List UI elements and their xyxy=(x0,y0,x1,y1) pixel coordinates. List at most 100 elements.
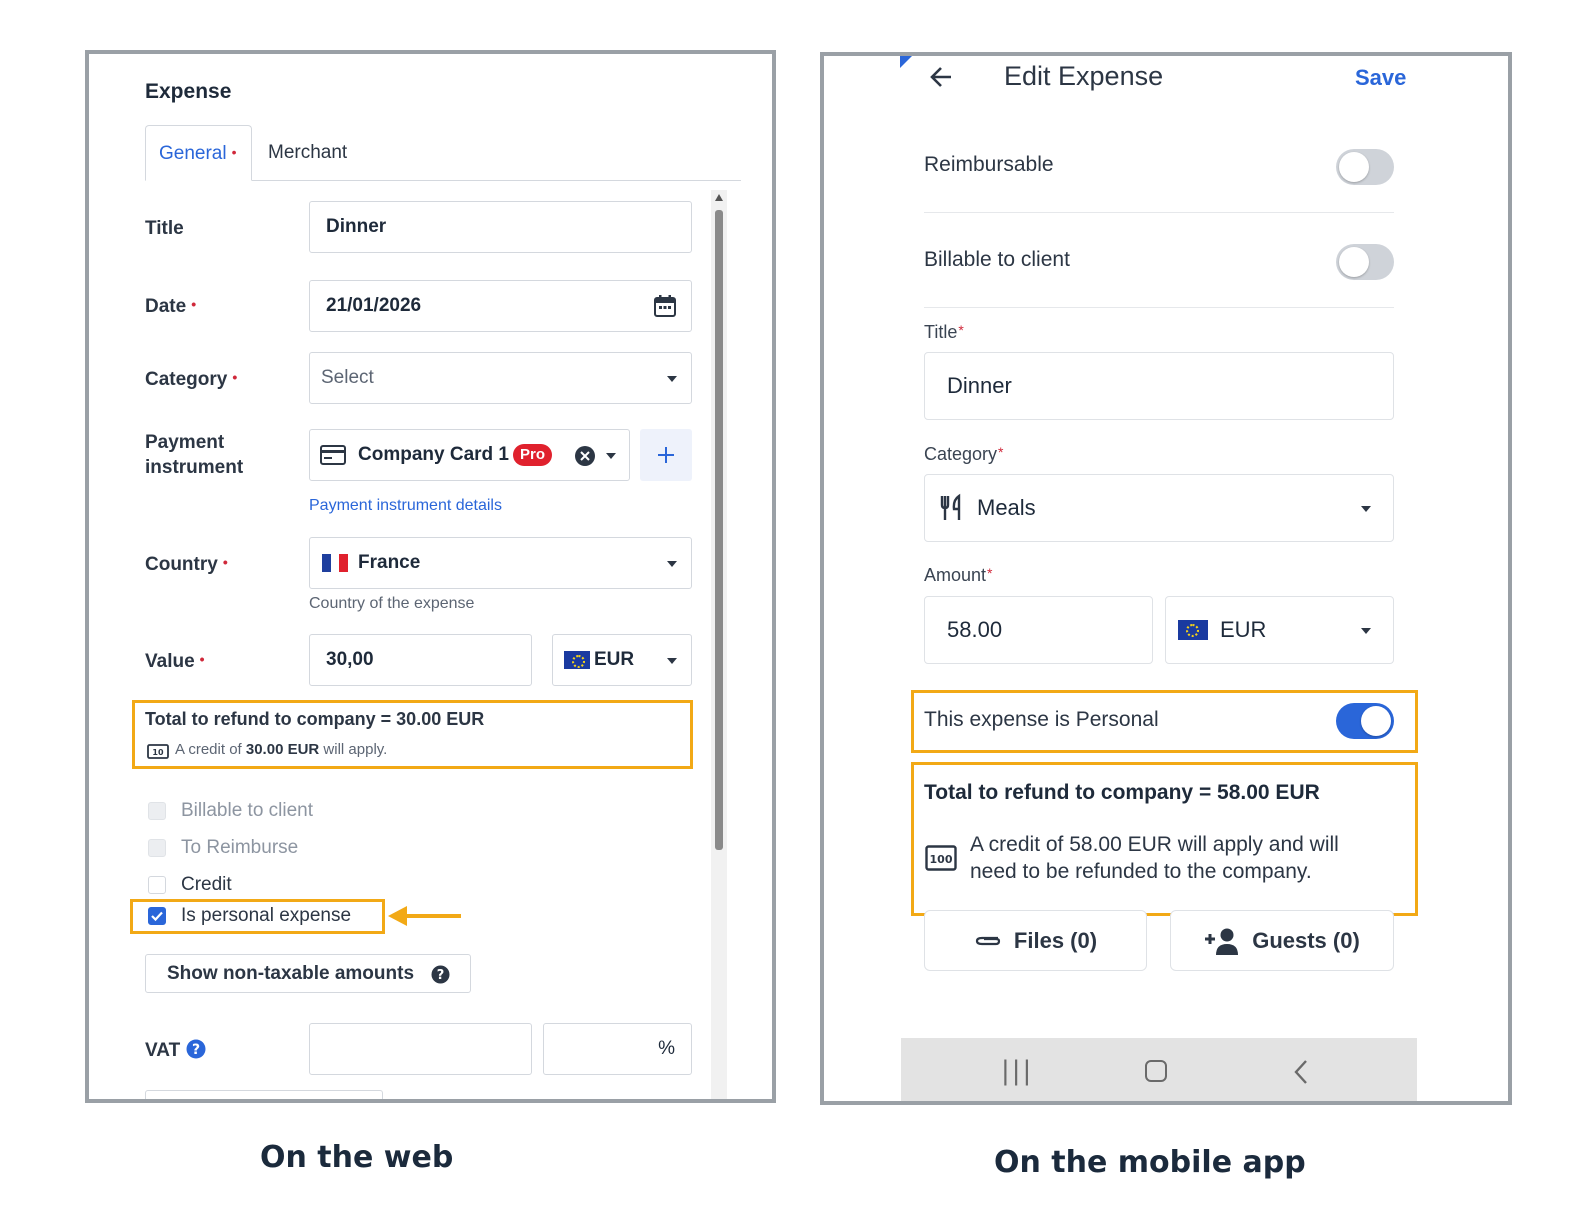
value-label: Value • xyxy=(145,651,205,672)
category-value: Meals xyxy=(977,495,1036,520)
add-payment-button[interactable] xyxy=(640,429,692,481)
web-caption: On the web xyxy=(260,1140,454,1175)
credit-note: A credit of 58.00 EUR will apply and wil… xyxy=(970,833,1339,883)
title-input[interactable]: Dinner xyxy=(309,201,692,253)
amount-label: Amount* xyxy=(924,565,993,585)
payment-label: Payment instrument xyxy=(145,432,244,478)
non-taxable-button[interactable]: Show non-taxable amounts ? xyxy=(145,954,471,993)
date-value: 21/01/2026 xyxy=(326,295,422,316)
title-label: Title xyxy=(145,218,184,239)
category-select[interactable]: Select xyxy=(309,352,692,404)
eu-flag-icon xyxy=(564,651,590,669)
reimbursable-toggle[interactable] xyxy=(1336,149,1394,185)
date-input[interactable]: 21/01/2026 xyxy=(309,280,692,332)
title-input[interactable]: Dinner xyxy=(924,352,1394,420)
chevron-down-icon xyxy=(667,561,677,567)
svg-text:100: 100 xyxy=(930,853,953,866)
currency-value: EUR xyxy=(1220,617,1267,642)
refund-total: Total to refund to company = 58.00 EUR xyxy=(924,781,1320,804)
svg-text:?: ? xyxy=(192,1042,200,1058)
title-label: Title* xyxy=(924,322,964,342)
date-label: Date • xyxy=(145,296,197,317)
files-button[interactable]: Files (0) xyxy=(924,910,1147,971)
svg-text:10: 10 xyxy=(152,748,164,757)
paperclip-icon xyxy=(975,936,1001,945)
currency-value: EUR xyxy=(594,649,635,670)
calendar-icon[interactable] xyxy=(653,294,677,318)
category-placeholder: Select xyxy=(321,367,374,388)
payment-select[interactable]: Company Card 1 Pro xyxy=(309,429,630,481)
category-select[interactable]: Meals xyxy=(924,474,1394,542)
credit-card-icon xyxy=(320,445,346,465)
personal-label: This expense is Personal xyxy=(924,708,1159,731)
chevron-down-icon xyxy=(667,376,677,382)
billable-toggle[interactable] xyxy=(1336,244,1394,280)
arrow-left-icon xyxy=(388,906,461,926)
scrollbar[interactable] xyxy=(711,190,727,1099)
non-taxable-label: Show non-taxable amounts xyxy=(167,962,415,984)
currency-select[interactable]: EUR xyxy=(552,634,692,686)
tab-bar: General • Merchant xyxy=(145,125,741,181)
plus-icon xyxy=(658,447,674,463)
personal-toggle[interactable] xyxy=(1336,703,1394,739)
refund-total: Total to refund to company = 30.00 EUR xyxy=(145,709,485,729)
chevron-down-icon xyxy=(667,658,677,664)
reimburse-checkbox[interactable] xyxy=(148,839,166,857)
billable-checkbox[interactable] xyxy=(148,802,166,820)
percent-symbol: % xyxy=(658,1038,675,1059)
save-button[interactable]: Save xyxy=(1355,65,1406,91)
currency-select[interactable]: EUR xyxy=(1165,596,1394,664)
chevron-down-icon xyxy=(1361,506,1371,512)
corner-marker xyxy=(900,56,912,68)
reimbursable-label: Reimbursable xyxy=(924,153,1054,176)
billable-label: Billable to client xyxy=(181,800,314,821)
scroll-up-icon[interactable] xyxy=(715,194,723,201)
credit-label: Credit xyxy=(181,874,232,895)
country-helper: Country of the expense xyxy=(309,595,475,612)
system-nav-bar: ||| xyxy=(901,1038,1417,1101)
amount-input[interactable]: 58.00 xyxy=(924,596,1153,664)
credit-checkbox[interactable] xyxy=(148,876,166,894)
svg-text:?: ? xyxy=(437,968,445,983)
home-icon[interactable] xyxy=(1145,1060,1167,1082)
amount-value: 58.00 xyxy=(947,617,1003,642)
reimburse-label: To Reimburse xyxy=(181,837,299,858)
tab-merchant-label: Merchant xyxy=(268,142,348,163)
recents-icon[interactable]: ||| xyxy=(1001,1056,1033,1086)
chevron-down-icon xyxy=(1361,628,1371,634)
vat-label: VAT xyxy=(145,1040,181,1061)
country-value: France xyxy=(358,552,421,573)
help-icon[interactable]: ? xyxy=(186,1039,206,1059)
mobile-panel: Edit Expense Save Reimbursable Billable … xyxy=(820,52,1512,1105)
payment-details-link[interactable]: Payment instrument details xyxy=(309,497,502,515)
country-select[interactable]: France xyxy=(309,537,692,589)
divider xyxy=(924,212,1394,213)
tab-general-label: General xyxy=(159,143,227,164)
vat-percent-input[interactable]: % xyxy=(543,1023,692,1075)
category-label: Category • xyxy=(145,369,238,390)
vat-amount-input[interactable] xyxy=(309,1023,532,1075)
eu-flag-icon xyxy=(1178,620,1208,640)
money-bill-icon: 100 xyxy=(925,845,957,871)
chevron-down-icon xyxy=(606,453,616,459)
amount-input[interactable]: 30,00 xyxy=(309,634,532,686)
check-icon xyxy=(151,911,163,922)
scroll-thumb[interactable] xyxy=(715,210,723,850)
guests-button[interactable]: Guests (0) xyxy=(1170,910,1394,971)
credit-note: A credit of 30.00 EUR will apply. xyxy=(175,741,388,758)
fork-knife-icon xyxy=(940,493,961,520)
amount-value: 30,00 xyxy=(326,649,374,670)
country-label: Country • xyxy=(145,554,228,575)
payment-value: Company Card 1 xyxy=(358,444,509,465)
category-label: Category* xyxy=(924,444,1004,464)
personal-expense-checkbox[interactable] xyxy=(148,907,166,925)
next-field-partial xyxy=(145,1090,383,1099)
tab-merchant[interactable]: Merchant xyxy=(255,125,360,181)
help-icon: ? xyxy=(431,965,450,984)
nav-back-icon[interactable] xyxy=(1293,1058,1309,1086)
tab-general[interactable]: General • xyxy=(145,125,252,181)
back-arrow-icon[interactable] xyxy=(927,63,955,91)
clear-icon[interactable] xyxy=(574,445,596,467)
add-person-icon xyxy=(1205,928,1239,955)
pro-badge: Pro xyxy=(512,444,552,466)
